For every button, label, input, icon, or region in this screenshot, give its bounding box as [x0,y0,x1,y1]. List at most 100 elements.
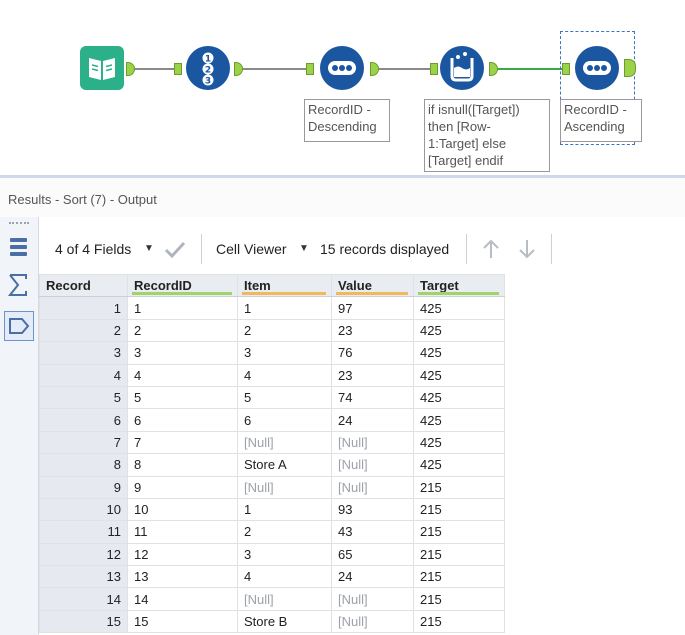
output-anchor[interactable] [370,62,379,76]
table-cell[interactable]: 215 [413,542,505,567]
column-header-field[interactable]: Value [331,273,414,298]
input-anchor[interactable] [430,63,438,75]
table-cell[interactable]: 5 [237,385,332,410]
table-cell[interactable]: 10 [127,497,238,522]
tool-annotation[interactable]: RecordID - Descending [304,99,390,142]
table-cell[interactable]: 2 [127,318,238,343]
table-cell[interactable]: 425 [413,318,505,343]
table-cell[interactable]: 425 [413,296,505,320]
table-row[interactable]: 11 11 2 43 215 [39,520,505,544]
table-cell[interactable]: 3 [237,542,332,567]
record-number-cell[interactable]: 3 [39,341,128,365]
table-cell[interactable]: 23 [331,318,414,343]
table-cell[interactable]: 65 [331,542,414,567]
formula-tool[interactable] [440,46,484,90]
record-number-cell[interactable]: 8 [39,453,128,477]
table-cell[interactable]: 425 [413,430,505,455]
table-cell[interactable]: 12 [127,542,238,567]
table-cell[interactable]: 11 [127,520,238,544]
fields-dropdown[interactable]: 4 of 4 Fields [55,241,131,257]
cell-viewer-chevron-icon[interactable]: ▼ [299,243,309,254]
table-cell[interactable]: 7 [127,430,238,455]
table-row[interactable]: 14 14 [Null] [Null] 215 [39,587,505,611]
record-number-cell[interactable]: 9 [39,475,128,499]
table-cell[interactable]: 215 [413,520,505,544]
table-row[interactable]: 2 2 2 23 425 [39,318,505,343]
record-number-cell[interactable]: 4 [39,363,128,387]
table-cell[interactable]: [Null] [331,430,414,455]
table-cell[interactable]: Store B [237,609,332,634]
tool-annotation[interactable]: if isnull([Target]) then [Row- 1:Target]… [424,99,550,172]
table-cell[interactable]: 1 [127,296,238,320]
table-cell[interactable]: [Null] [331,453,414,477]
table-row[interactable]: 5 5 5 74 425 [39,385,505,410]
record-number-cell[interactable]: 2 [39,318,128,343]
table-cell[interactable]: 215 [413,565,505,589]
record-number-cell[interactable]: 5 [39,385,128,410]
table-cell[interactable]: 5 [127,385,238,410]
table-cell[interactable]: [Null] [237,475,332,499]
table-cell[interactable]: 215 [413,475,505,499]
table-cell[interactable]: 215 [413,587,505,611]
table-cell[interactable]: 2 [237,318,332,343]
table-row[interactable]: 6 6 6 24 425 [39,408,505,432]
table-cell[interactable]: 6 [237,408,332,432]
table-cell[interactable]: 43 [331,520,414,544]
tool-annotation[interactable]: RecordID - Ascending [560,99,642,142]
table-cell[interactable]: [Null] [237,430,332,455]
tag-button[interactable] [4,311,34,341]
table-row[interactable]: 9 9 [Null] [Null] 215 [39,475,505,499]
table-cell[interactable]: [Null] [331,587,414,611]
record-number-cell[interactable]: 11 [39,520,128,544]
record-number-cell[interactable]: 13 [39,565,128,589]
input-anchor[interactable] [562,63,570,75]
record-id-tool[interactable]: 1 2 3 [186,46,230,90]
table-row[interactable]: 4 4 4 23 425 [39,363,505,387]
table-row[interactable]: 13 13 4 24 215 [39,565,505,589]
table-view-button[interactable] [4,232,34,262]
record-number-cell[interactable]: 15 [39,609,128,634]
table-cell[interactable]: 24 [331,408,414,432]
record-number-cell[interactable]: 12 [39,542,128,567]
table-cell[interactable]: 425 [413,385,505,410]
output-anchor[interactable] [624,59,636,77]
table-cell[interactable]: 3 [237,341,332,365]
checkmark-icon[interactable] [164,240,186,260]
input-data-tool[interactable] [80,46,124,90]
table-row[interactable]: 7 7 [Null] [Null] 425 [39,430,505,455]
table-cell[interactable]: 425 [413,453,505,477]
column-header-field[interactable]: Item [237,273,332,298]
table-row[interactable]: 15 15 Store B [Null] 215 [39,609,505,634]
table-cell[interactable]: 13 [127,565,238,589]
table-cell[interactable]: 1 [237,497,332,522]
record-number-cell[interactable]: 10 [39,497,128,522]
table-cell[interactable]: 4 [237,565,332,589]
arrow-down-icon[interactable] [517,238,537,260]
table-row[interactable]: 8 8 Store A [Null] 425 [39,453,505,477]
table-cell[interactable]: [Null] [331,475,414,499]
table-cell[interactable]: 4 [237,363,332,387]
table-cell[interactable]: 425 [413,408,505,432]
record-number-cell[interactable]: 14 [39,587,128,611]
table-cell[interactable]: 6 [127,408,238,432]
table-cell[interactable]: 215 [413,497,505,522]
sum-button[interactable] [4,270,34,300]
table-cell[interactable]: 24 [331,565,414,589]
table-cell[interactable]: 15 [127,609,238,634]
grip-handle[interactable] [9,222,29,226]
table-row[interactable]: 3 3 3 76 425 [39,341,505,365]
table-cell[interactable]: 97 [331,296,414,320]
sort-tool-descending[interactable] [320,46,364,90]
table-cell[interactable]: 1 [237,296,332,320]
fields-dropdown-chevron-icon[interactable]: ▼ [144,243,154,254]
input-anchor[interactable] [174,63,182,75]
table-row[interactable]: 1 1 1 97 425 [39,296,505,320]
table-cell[interactable]: 425 [413,363,505,387]
results-grid[interactable]: Record RecordID Item Value Target 1 1 1 97 425 2 2… [39,273,505,634]
record-number-cell[interactable]: 6 [39,408,128,432]
arrow-up-icon[interactable] [481,238,501,260]
table-cell[interactable]: 3 [127,341,238,365]
table-cell[interactable]: 9 [127,475,238,499]
output-anchor[interactable] [126,62,135,76]
workflow-canvas[interactable]: 1 2 3 RecordID - Descending if isnull([T… [0,0,685,172]
